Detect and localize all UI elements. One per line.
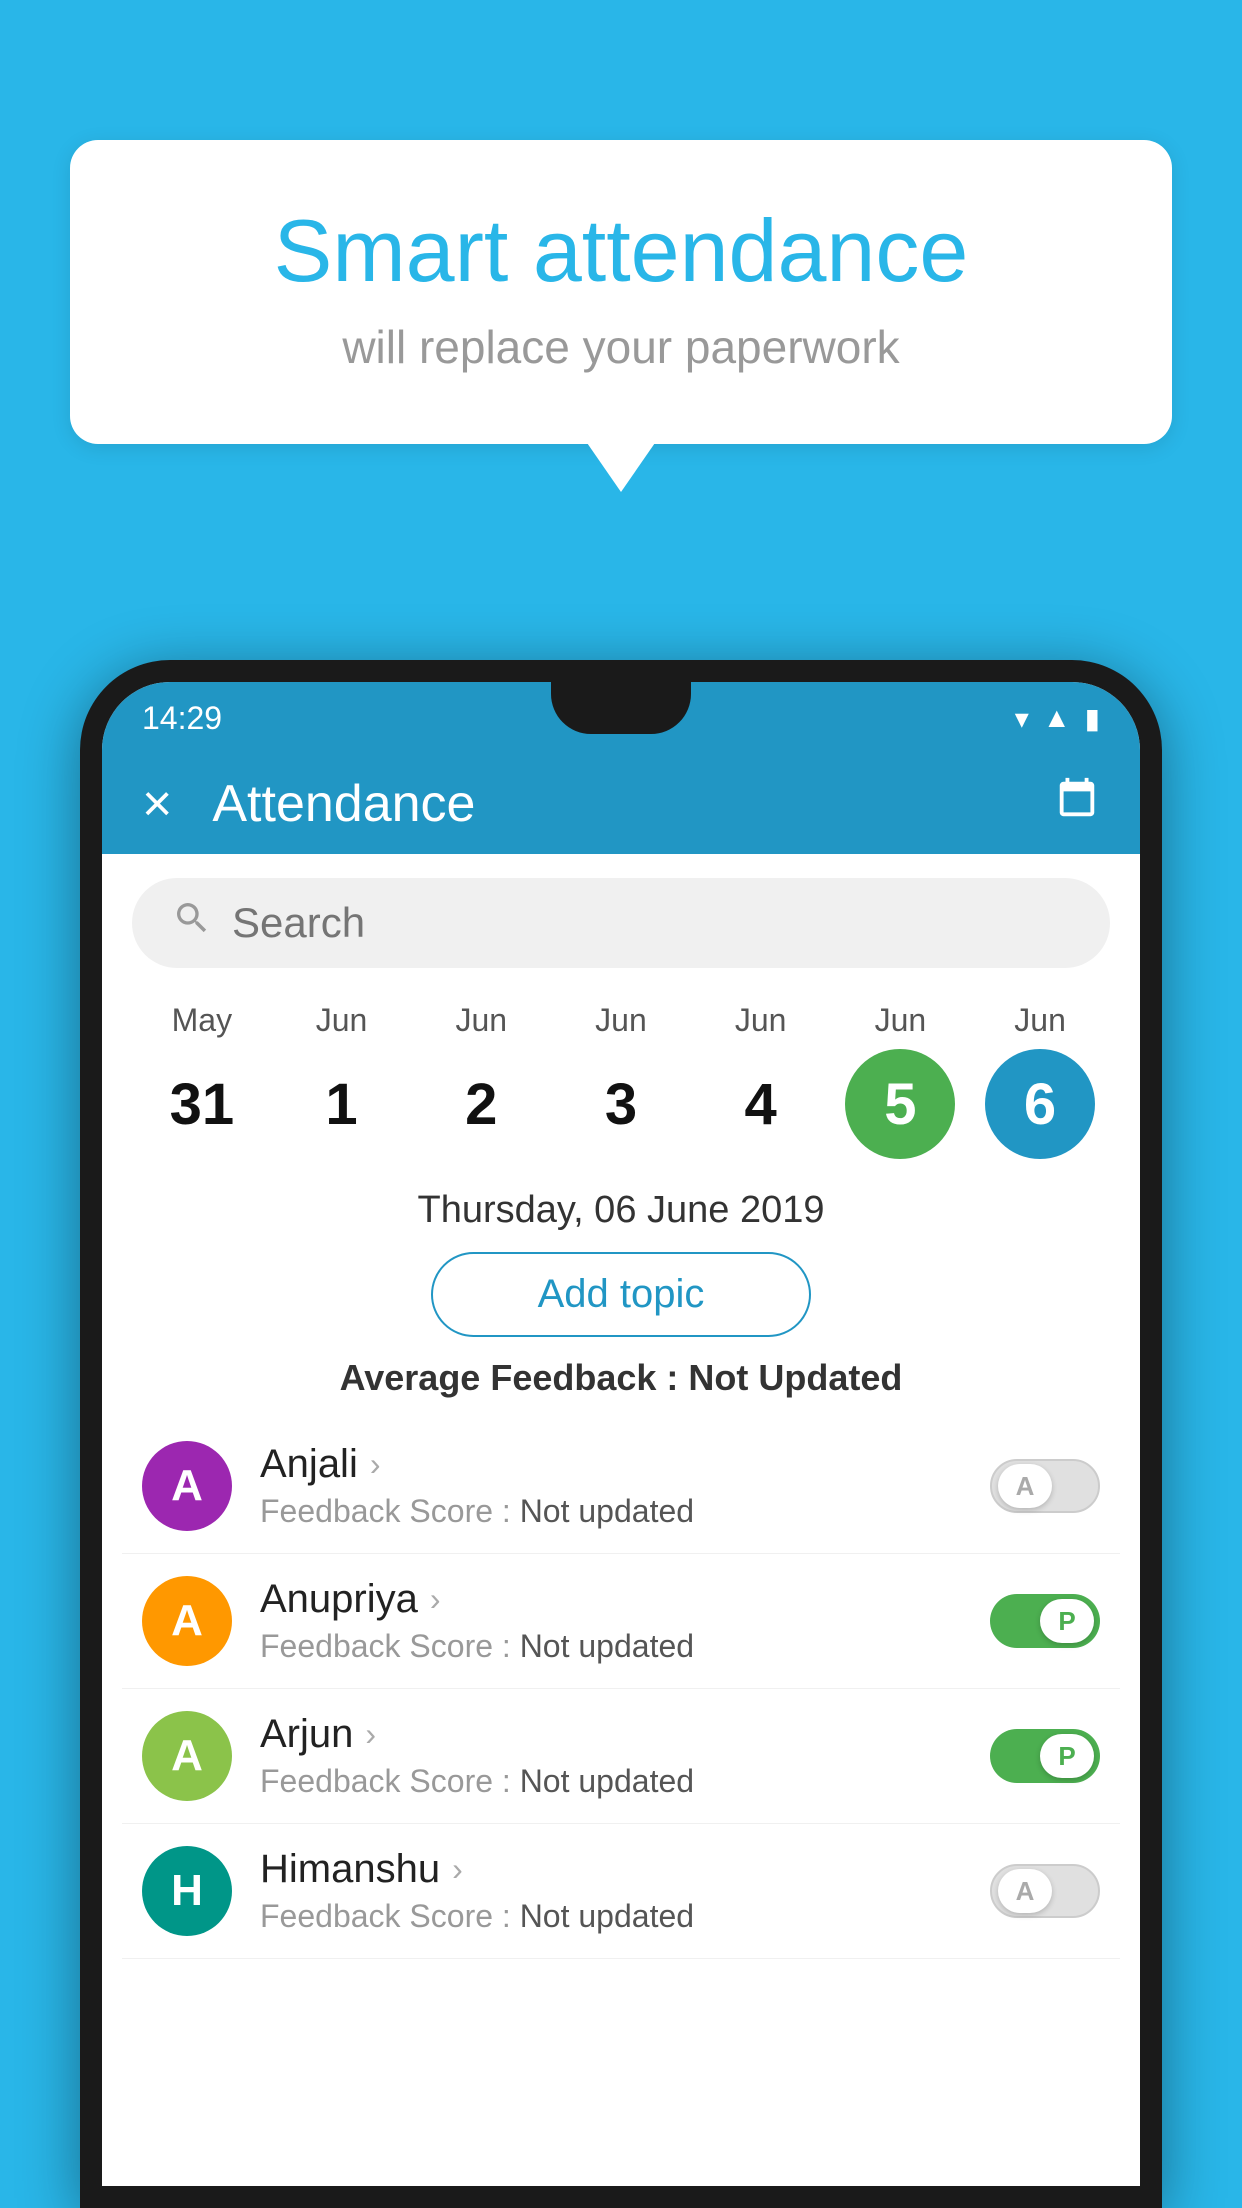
header-title: Attendance	[212, 774, 1054, 834]
bubble-title: Smart attendance	[150, 200, 1092, 302]
student-row[interactable]: A Arjun › Feedback Score : Not updated P	[122, 1689, 1120, 1824]
calendar-day[interactable]: Jun 3	[561, 1002, 681, 1159]
student-name: Anjali ›	[260, 1442, 990, 1487]
toggle-thumb: P	[1040, 1599, 1094, 1643]
calendar-day[interactable]: Jun 6	[980, 1002, 1100, 1159]
students-list: AAnjali ›Feedback Score : Not updatedAAA…	[102, 1419, 1140, 1959]
calendar-icon[interactable]	[1054, 776, 1100, 833]
search-icon	[172, 898, 212, 948]
status-icons: ▾ ▲ ▮	[1015, 702, 1100, 735]
cal-month-label: Jun	[455, 1002, 507, 1039]
student-row[interactable]: H Himanshu › Feedback Score : Not updatedA	[122, 1824, 1120, 1959]
bubble-subtitle: will replace your paperwork	[150, 320, 1092, 374]
calendar-day[interactable]: Jun 1	[282, 1002, 402, 1159]
search-input[interactable]	[232, 899, 1070, 947]
status-bar: 14:29 ▾ ▲ ▮	[102, 682, 1140, 754]
cal-date-number: 3	[566, 1049, 676, 1159]
phone-screen: 14:29 ▾ ▲ ▮ × Attendance	[102, 682, 1140, 2186]
student-name: Anupriya ›	[260, 1577, 990, 1622]
student-feedback: Feedback Score : Not updated	[260, 1763, 990, 1800]
student-name: Arjun ›	[260, 1712, 990, 1757]
toggle-thumb: A	[998, 1464, 1052, 1508]
app-header: × Attendance	[102, 754, 1140, 854]
cal-date-number: 31	[147, 1049, 257, 1159]
calendar-day[interactable]: Jun 4	[701, 1002, 821, 1159]
avg-feedback-value: Not Updated	[688, 1357, 902, 1398]
student-avatar: A	[142, 1711, 232, 1801]
chevron-icon: ›	[365, 1716, 376, 1753]
toggle-thumb: A	[998, 1869, 1052, 1913]
chevron-icon: ›	[430, 1581, 441, 1618]
cal-date-number: 5	[845, 1049, 955, 1159]
student-feedback: Feedback Score : Not updated	[260, 1898, 990, 1935]
student-avatar: H	[142, 1846, 232, 1936]
chevron-icon: ›	[452, 1851, 463, 1888]
status-time: 14:29	[142, 700, 222, 737]
selected-date: Thursday, 06 June 2019	[102, 1189, 1140, 1232]
student-row[interactable]: AAnjali ›Feedback Score : Not updatedA	[122, 1419, 1120, 1554]
phone-frame: 14:29 ▾ ▲ ▮ × Attendance	[80, 660, 1162, 2208]
add-topic-button[interactable]: Add topic	[431, 1252, 811, 1337]
cal-date-number: 2	[426, 1049, 536, 1159]
student-avatar: A	[142, 1576, 232, 1666]
calendar-dates-row: May 31 Jun 1 Jun 2 Jun 3 Jun 4 Jun 5 Jun 6	[102, 992, 1140, 1159]
notch	[551, 682, 691, 734]
wifi-icon: ▾	[1015, 702, 1029, 735]
calendar-day[interactable]: Jun 5	[840, 1002, 960, 1159]
speech-bubble: Smart attendance will replace your paper…	[70, 140, 1172, 444]
student-name: Himanshu ›	[260, 1847, 990, 1892]
attendance-toggle[interactable]: P	[990, 1729, 1100, 1783]
student-info: Himanshu › Feedback Score : Not updated	[260, 1847, 990, 1935]
cal-month-label: Jun	[735, 1002, 787, 1039]
cal-month-label: Jun	[595, 1002, 647, 1039]
student-feedback: Feedback Score : Not updated	[260, 1493, 990, 1530]
signal-icon: ▲	[1043, 702, 1071, 734]
attendance-toggle[interactable]: P	[990, 1594, 1100, 1648]
calendar-day[interactable]: Jun 2	[421, 1002, 541, 1159]
calendar-day[interactable]: May 31	[142, 1002, 262, 1159]
avg-feedback: Average Feedback : Not Updated	[102, 1357, 1140, 1399]
attendance-toggle[interactable]: A	[990, 1864, 1100, 1918]
cal-month-label: Jun	[1014, 1002, 1066, 1039]
toggle-thumb: P	[1040, 1734, 1094, 1778]
student-info: Anjali › Feedback Score : Not updated	[260, 1442, 990, 1530]
student-info: Anupriya › Feedback Score : Not updated	[260, 1577, 990, 1665]
student-info: Arjun › Feedback Score : Not updated	[260, 1712, 990, 1800]
student-avatar: A	[142, 1441, 232, 1531]
cal-month-label: May	[172, 1002, 232, 1039]
avg-feedback-label: Average Feedback :	[340, 1357, 679, 1398]
cal-date-number: 6	[985, 1049, 1095, 1159]
close-button[interactable]: ×	[142, 774, 172, 834]
cal-date-number: 4	[706, 1049, 816, 1159]
student-feedback: Feedback Score : Not updated	[260, 1628, 990, 1665]
battery-icon: ▮	[1085, 702, 1100, 735]
cal-month-label: Jun	[316, 1002, 368, 1039]
cal-month-label: Jun	[875, 1002, 927, 1039]
search-bar[interactable]	[132, 878, 1110, 968]
speech-bubble-container: Smart attendance will replace your paper…	[70, 140, 1172, 444]
chevron-icon: ›	[370, 1446, 381, 1483]
attendance-toggle[interactable]: A	[990, 1459, 1100, 1513]
student-row[interactable]: A Anupriya › Feedback Score : Not updated P	[122, 1554, 1120, 1689]
cal-date-number: 1	[287, 1049, 397, 1159]
